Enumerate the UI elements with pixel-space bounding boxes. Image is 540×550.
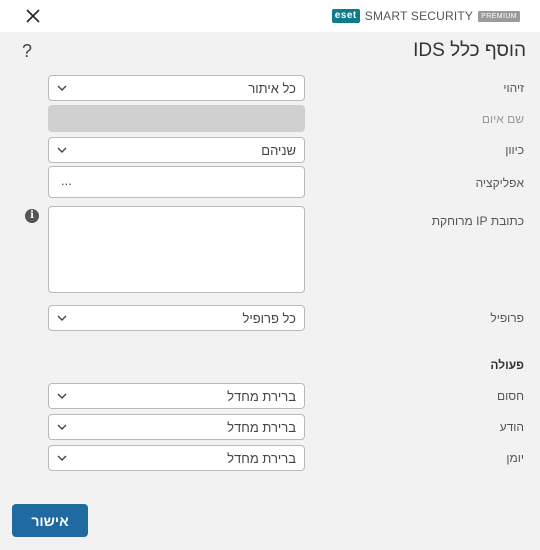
- profile-label: פרופיל: [490, 311, 524, 325]
- direction-select[interactable]: שניהם: [48, 137, 305, 163]
- threat-name-label: שם איום: [481, 112, 524, 126]
- log-label: יומן: [506, 451, 524, 465]
- chevron-down-icon: [57, 424, 67, 430]
- action-heading: פעולה: [490, 358, 524, 372]
- page-title: הוסף כלל IDS: [413, 40, 526, 61]
- eset-logo: eset: [331, 9, 360, 23]
- chevron-down-icon: [57, 85, 67, 91]
- direction-label: כיוון: [505, 143, 524, 157]
- direction-value: שניהם: [261, 143, 296, 158]
- threat-name-field: [48, 105, 305, 132]
- close-icon[interactable]: [24, 7, 42, 25]
- help-icon[interactable]: ?: [22, 41, 32, 62]
- brand-name: SMART SECURITY: [364, 9, 474, 23]
- notify-value: ברירת מחדל: [227, 420, 296, 435]
- info-icon[interactable]: i: [25, 209, 39, 223]
- remote-ip-textarea[interactable]: [48, 206, 305, 293]
- profile-value: כל פרופיל: [242, 311, 296, 326]
- brand: eset SMART SECURITY PREMIUM: [331, 8, 520, 24]
- chevron-down-icon: [57, 147, 67, 153]
- application-label: אפליקציה: [475, 176, 524, 190]
- premium-badge: PREMIUM: [478, 10, 520, 22]
- log-value: ברירת מחדל: [227, 451, 296, 466]
- application-browse-value[interactable]: ...: [61, 173, 72, 188]
- title-bar: eset SMART SECURITY PREMIUM: [0, 0, 540, 32]
- detection-select[interactable]: כל איתור: [48, 75, 305, 101]
- profile-select[interactable]: כל פרופיל: [48, 305, 305, 331]
- block-value: ברירת מחדל: [227, 389, 296, 404]
- block-select[interactable]: ברירת מחדל: [48, 383, 305, 409]
- ok-button[interactable]: אישור: [12, 504, 88, 537]
- chevron-down-icon: [57, 455, 67, 461]
- notify-select[interactable]: ברירת מחדל: [48, 414, 305, 440]
- chevron-down-icon: [57, 393, 67, 399]
- chevron-down-icon: [57, 315, 67, 321]
- application-field[interactable]: ...: [48, 166, 305, 198]
- remote-ip-label: כתובת IP מרוחקת: [431, 214, 524, 228]
- notify-label: הודע: [499, 420, 524, 434]
- detection-label: זיהוי: [503, 81, 524, 95]
- detection-value: כל איתור: [248, 81, 296, 96]
- block-label: חסום: [496, 389, 524, 403]
- log-select[interactable]: ברירת מחדל: [48, 445, 305, 471]
